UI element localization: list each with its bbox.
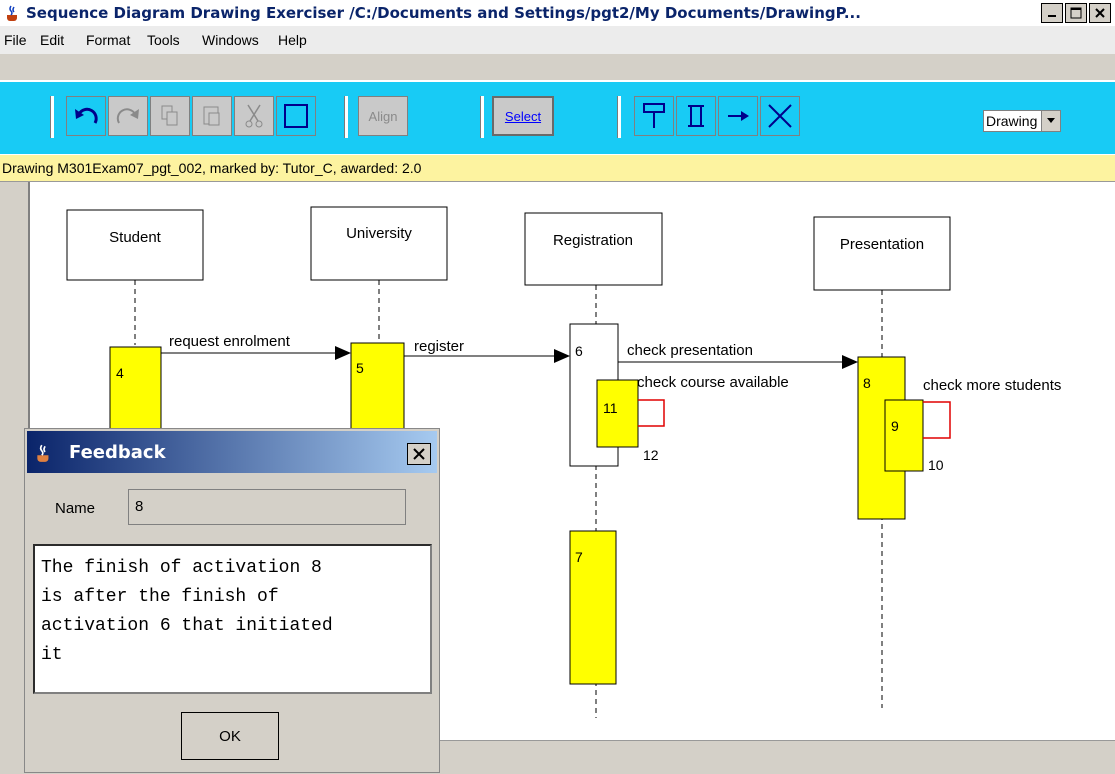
chevron-down-icon[interactable]: [1041, 111, 1060, 131]
activation-9[interactable]: [884, 399, 924, 472]
status-text: Drawing M301Exam07_pgt_002, marked by: T…: [2, 160, 422, 176]
feedback-line: activation 6 that initiated: [41, 616, 333, 636]
activation-tool-button[interactable]: [676, 96, 716, 136]
message-label-check-presentation: check presentation: [627, 342, 753, 359]
toolbar-separator: [50, 96, 54, 138]
toolbar-separator: [344, 96, 348, 138]
align-button[interactable]: Align: [358, 96, 408, 136]
arrowhead-icon: [335, 346, 351, 360]
copy-icon: [161, 105, 178, 126]
name-field-value: 8: [135, 498, 144, 515]
message-label-check-more-students: check more students: [923, 377, 1061, 394]
activation-label-8: 8: [863, 375, 871, 391]
menu-help[interactable]: Help: [278, 32, 307, 48]
menu-windows[interactable]: Windows: [202, 32, 259, 48]
mode-select-value: Drawing: [986, 113, 1038, 129]
object-tool-button[interactable]: [634, 96, 674, 136]
self-message-tool-button[interactable]: [760, 96, 800, 136]
activation-label-11: 10: [928, 457, 944, 473]
mode-select[interactable]: Drawing: [983, 110, 1061, 132]
name-label: Name: [55, 500, 96, 517]
activation-label-7: 7: [575, 549, 583, 565]
menu-bar: File Edit Format Tools Windows Help: [0, 26, 1115, 54]
activation-label-6: 6: [575, 343, 583, 359]
self-call-loop-10: [638, 399, 665, 427]
undo-icon: [75, 107, 98, 124]
close-icon: [413, 448, 425, 460]
window-title: Sequence Diagram Drawing Exerciser /C:/D…: [26, 4, 861, 22]
paste-button[interactable]: [192, 96, 232, 136]
feedback-line: The finish of activation 8: [41, 558, 322, 578]
message-label-check-course-available: check course available: [637, 374, 789, 391]
close-window-button[interactable]: [1089, 3, 1111, 23]
activation-label-10: 11: [603, 400, 618, 416]
message-tool-button[interactable]: [718, 96, 758, 136]
maximize-icon: [1070, 7, 1082, 19]
activation-label-9: 9: [891, 418, 899, 434]
rectangle-icon: [284, 104, 308, 128]
redo-icon: [116, 108, 139, 124]
message-label-register: register: [414, 338, 464, 355]
status-strip: Drawing M301Exam07_pgt_002, marked by: T…: [0, 155, 1115, 182]
activation-label-12: 12: [643, 447, 659, 463]
activation-label-5: 5: [356, 360, 364, 376]
cut-button[interactable]: [234, 96, 274, 136]
menu-file[interactable]: File: [4, 32, 27, 48]
arrowhead-icon: [842, 355, 858, 369]
toolbar-separator: [480, 96, 484, 138]
select-button[interactable]: Select: [492, 96, 554, 136]
java-cup-icon: [7, 5, 17, 21]
minimize-button[interactable]: [1041, 3, 1063, 23]
self-message-tool-icon: [768, 104, 792, 128]
copy-button[interactable]: [150, 96, 190, 136]
feedback-line: is after the finish of: [41, 587, 279, 607]
title-bar: Sequence Diagram Drawing Exerciser /C:/D…: [0, 0, 1115, 27]
arrowhead-icon: [554, 349, 570, 363]
ok-button[interactable]: OK: [181, 712, 279, 760]
object-label-presentation: Presentation: [840, 236, 924, 253]
feedback-line: it: [41, 645, 63, 665]
object-label-student: Student: [109, 229, 162, 246]
activation-tool-icon: [688, 105, 704, 127]
toolbar-separator: [617, 96, 621, 138]
paste-icon: [203, 106, 220, 126]
object-box-registration[interactable]: [524, 212, 663, 286]
dialog-close-button[interactable]: [407, 443, 431, 465]
activation-label-4: 4: [116, 365, 124, 381]
name-field[interactable]: 8: [128, 489, 406, 525]
object-box-university[interactable]: [310, 206, 448, 281]
menu-edit[interactable]: Edit: [40, 32, 64, 48]
close-icon: [1095, 8, 1105, 18]
feedback-dialog: Feedback Name 8 The finish of activation…: [24, 428, 440, 773]
java-cup-icon: [37, 444, 49, 462]
dialog-title: Feedback: [69, 442, 166, 463]
redo-button[interactable]: [108, 96, 148, 136]
object-tool-icon: [643, 103, 665, 128]
message-label-request-enrolment: request enrolment: [169, 333, 291, 350]
minimize-icon: [1048, 15, 1056, 17]
object-label-registration: Registration: [553, 232, 633, 249]
dialog-title-bar: Feedback: [27, 431, 437, 473]
object-box-presentation[interactable]: [813, 216, 951, 291]
bottom-strip: [440, 740, 1115, 774]
undo-button[interactable]: [66, 96, 106, 136]
cut-icon: [245, 104, 263, 128]
toolbar: Align Select Drawing: [0, 80, 1115, 156]
message-tool-icon: [728, 111, 749, 121]
maximize-button[interactable]: [1065, 3, 1087, 23]
menu-format[interactable]: Format: [86, 32, 130, 48]
feedback-message[interactable]: The finish of activation 8 is after the …: [33, 544, 432, 694]
rectangle-button[interactable]: [276, 96, 316, 136]
self-call-loop-9: [923, 401, 951, 439]
object-label-university: University: [346, 225, 412, 242]
menu-tools[interactable]: Tools: [147, 32, 180, 48]
